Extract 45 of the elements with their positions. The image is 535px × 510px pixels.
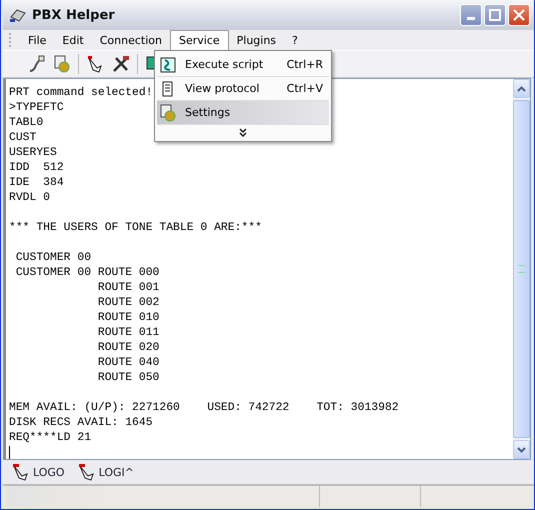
- menu-item[interactable]: Edit: [54, 30, 92, 50]
- terminal-line: ROUTE 050: [96, 371, 160, 386]
- terminal-line: CUSTOMER 00: [14, 251, 92, 266]
- terminal-line: DISK RECS AVAIL: 1645: [9, 416, 153, 431]
- terminal-line: IDD 512: [9, 161, 64, 176]
- menu-item[interactable]: Service: [170, 30, 229, 50]
- terminal-line: MEM AVAIL: (U/P): 2271260 USED: 742722 TOT: 3013982: [9, 401, 399, 416]
- minimize-icon: [467, 17, 475, 20]
- terminal-output[interactable]: [3, 78, 531, 460]
- menu-item[interactable]: Plugins: [228, 30, 284, 50]
- expand-icon[interactable]: [239, 128, 247, 137]
- maximize-button[interactable]: [484, 4, 506, 26]
- terminal-line: PRT command selected!: [9, 86, 153, 101]
- terminal-line: *** THE USERS OF TONE TABLE 0 ARE:***: [9, 221, 262, 236]
- terminal-line: ROUTE 010: [96, 311, 160, 326]
- minimize-button[interactable]: [460, 4, 482, 26]
- menu-entry[interactable]: Settings: [157, 101, 329, 125]
- menu-item[interactable]: ?: [284, 30, 306, 50]
- terminal-line: TABL0: [9, 116, 44, 131]
- command-button[interactable]: LOGI^: [76, 463, 134, 481]
- text-cursor: [9, 446, 10, 459]
- scroll-up-icon[interactable]: [517, 86, 526, 92]
- menu-item[interactable]: File: [20, 30, 54, 50]
- terminal-line: ROUTE 002: [96, 296, 160, 311]
- terminal-line: CUST: [9, 131, 36, 146]
- document-icon: [161, 80, 175, 96]
- window-title: PBX Helper: [32, 8, 115, 22]
- menu-item[interactable]: Connection: [92, 30, 170, 50]
- scroll-down-icon[interactable]: [517, 446, 526, 452]
- close-icon: [513, 9, 525, 21]
- terminal-line: ROUTE 001: [96, 281, 160, 296]
- terminal-line: REQ****LD 21: [9, 431, 92, 446]
- terminal-line: RVDL 0: [9, 191, 50, 206]
- scrollbar[interactable]: [513, 79, 530, 459]
- command-button[interactable]: LOGO: [11, 463, 65, 481]
- terminal-line: ROUTE 020: [96, 341, 160, 356]
- script-icon: [160, 56, 176, 72]
- terminal-line: ROUTE 040: [96, 356, 160, 371]
- terminal-line: IDE 384: [9, 176, 64, 191]
- terminal-line: USERYES: [9, 146, 57, 161]
- terminal-line: >TYPEFTC: [9, 101, 64, 116]
- maximize-icon: [489, 9, 501, 21]
- terminal-line: ROUTE 011: [96, 326, 160, 341]
- close-button[interactable]: [508, 4, 530, 26]
- terminal-line: CUSTOMER 00 ROUTE 000: [14, 266, 160, 281]
